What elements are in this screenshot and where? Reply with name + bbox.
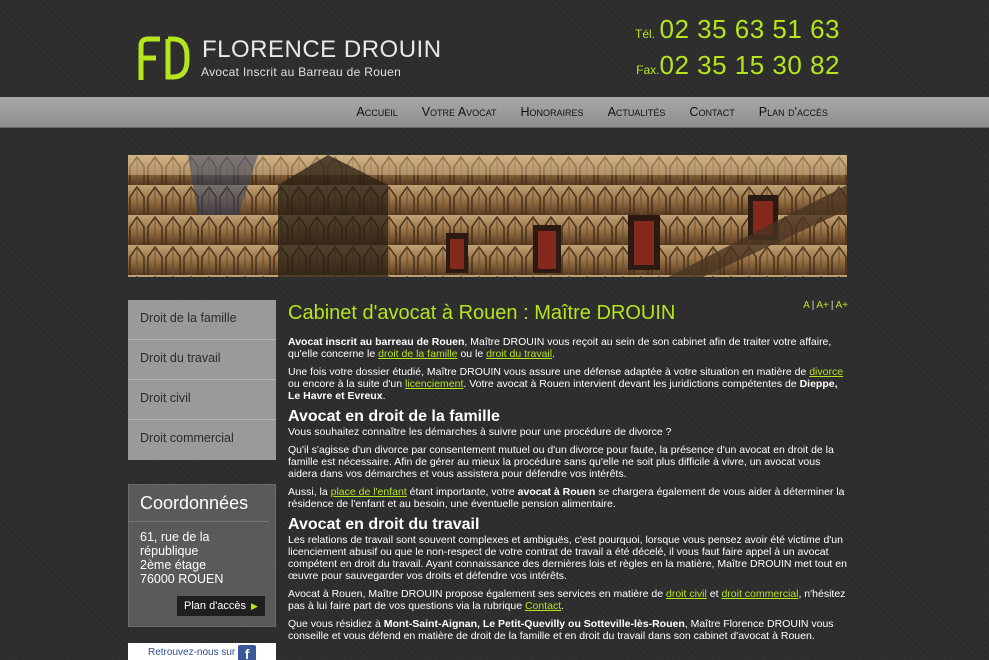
coordinates-box: Coordonnées 61, rue de la république 2èm… <box>128 484 276 627</box>
font-size-largest[interactable]: A+ <box>835 300 848 311</box>
link-licenciement[interactable]: licenciement <box>405 378 463 390</box>
sidebar-menu: Droit de la famille Droit du travail Dro… <box>128 300 276 460</box>
fax-value: 02 35 15 30 82 <box>659 50 840 80</box>
sidebar-item-droit-travail[interactable]: Droit du travail <box>128 340 276 380</box>
link-divorce[interactable]: divorce <box>809 366 843 378</box>
nav-contact[interactable]: Contact <box>677 97 746 128</box>
nav-honoraires[interactable]: Honoraires <box>509 97 596 128</box>
nav-votre-avocat[interactable]: Votre Avocat <box>410 97 509 128</box>
paragraph-famille-2: Aussi, la place de l'enfant étant import… <box>288 486 848 510</box>
paragraph-travail-2: Avocat à Rouen, Maître DROUIN propose ég… <box>288 588 848 612</box>
font-size-larger[interactable]: A+ <box>816 300 829 311</box>
site-header: FLORENCE DROUIN Avocat Inscrit au Barrea… <box>0 0 989 97</box>
nav-actualites[interactable]: Actualités <box>596 97 678 128</box>
address: 61, rue de la république 2ème étage 7600… <box>129 522 275 586</box>
main-content: Cabinet d'avocat à Rouen : Maître DROUIN… <box>288 300 848 648</box>
link-droit-civil[interactable]: droit civil <box>666 588 707 600</box>
plan-acces-label: Plan d'accès <box>184 600 247 612</box>
brand-subtitle: Avocat Inscrit au Barreau de Rouen <box>201 65 402 79</box>
address-line: 76000 ROUEN <box>140 572 224 586</box>
facebook-link[interactable]: Retrouvez-nous sur f <box>128 643 276 660</box>
bold-text: avocat à Rouen <box>517 486 596 498</box>
text: étant importante, votre <box>406 486 518 498</box>
link-droit-travail[interactable]: droit du travail <box>486 348 552 360</box>
phone-label: Tél. <box>635 27 656 41</box>
fd-logo[interactable] <box>138 36 190 80</box>
phone-value: 02 35 63 51 63 <box>659 14 840 44</box>
brand-name: FLORENCE DROUIN <box>202 36 442 63</box>
paragraph-closing: Que vous résidiez à Mont-Saint-Aignan, L… <box>288 618 848 642</box>
nav-plan-acces[interactable]: Plan d'accès <box>747 97 840 128</box>
fax-label: Fax. <box>636 63 660 77</box>
address-line: 2ème étage <box>140 558 207 572</box>
intro-bold: Avocat inscrit au barreau de Rouen <box>288 336 465 348</box>
arrow-right-icon: ▶ <box>251 601 258 611</box>
text: . <box>552 348 556 360</box>
link-place-enfant[interactable]: place de l'enfant <box>331 486 407 498</box>
separator: | <box>811 300 815 311</box>
text: . <box>561 600 565 612</box>
intro-paragraph-1: Avocat inscrit au barreau de Rouen, Maît… <box>288 336 848 360</box>
text: ou le <box>457 348 487 360</box>
text: et <box>706 588 722 600</box>
bold-text: Mont-Saint-Aignan, Le Petit-Quevilly ou … <box>383 618 685 630</box>
text: ou encore à la suite d'un <box>288 378 406 390</box>
main-navigation: Accueil Votre Avocat Honoraires Actualit… <box>0 97 989 128</box>
address-line: 61, rue de la <box>140 530 210 544</box>
paragraph-famille-1: Qu'il s'agisse d'un divorce par consente… <box>288 444 834 480</box>
facebook-icon: f <box>238 645 257 660</box>
text: . <box>382 390 386 402</box>
nav-accueil[interactable]: Accueil <box>344 97 409 128</box>
phone-number: Tél. 02 35 63 51 63 <box>635 14 840 45</box>
font-size-normal[interactable]: A <box>803 300 810 311</box>
link-droit-famille[interactable]: droit de la famille <box>378 348 457 360</box>
sidebar-item-droit-commercial[interactable]: Droit commercial <box>128 420 276 460</box>
link-contact[interactable]: Contact <box>525 600 561 612</box>
heading-droit-travail: Avocat en droit du travail <box>288 516 480 533</box>
sidebar-item-droit-civil[interactable]: Droit civil <box>128 380 276 420</box>
separator: | <box>830 300 834 311</box>
text: Avocat à Rouen, Maître DROUIN propose ég… <box>288 588 666 600</box>
text: Une fois votre dossier étudié, Maître DR… <box>288 366 810 378</box>
text: Aussi, la <box>288 486 331 498</box>
fax-number: Fax.02 35 15 30 82 <box>636 50 840 81</box>
facebook-text: Retrouvez-nous sur <box>148 647 236 658</box>
paragraph-travail-1: Les relations de travail sont souvent co… <box>288 534 847 582</box>
sidebar-item-droit-famille[interactable]: Droit de la famille <box>128 300 276 340</box>
address-line: république <box>140 544 199 558</box>
text: . Votre avocat à Rouen intervient devant… <box>463 378 800 390</box>
question-famille: Vous souhaitez connaître les démarches à… <box>288 426 672 438</box>
heading-droit-famille: Avocat en droit de la famille <box>288 408 500 425</box>
font-size-tools: A | A+ | A+ <box>803 300 848 311</box>
page-title: Cabinet d'avocat à Rouen : Maître DROUIN <box>288 302 676 324</box>
link-droit-commercial[interactable]: droit commercial <box>721 588 798 600</box>
plan-acces-button[interactable]: Plan d'accès ▶ <box>177 596 265 616</box>
text: Que vous résidiez à <box>288 618 384 630</box>
banner-image <box>128 155 847 277</box>
coordinates-title: Coordonnées <box>129 485 269 522</box>
intro-paragraph-2: Une fois votre dossier étudié, Maître DR… <box>288 366 848 402</box>
